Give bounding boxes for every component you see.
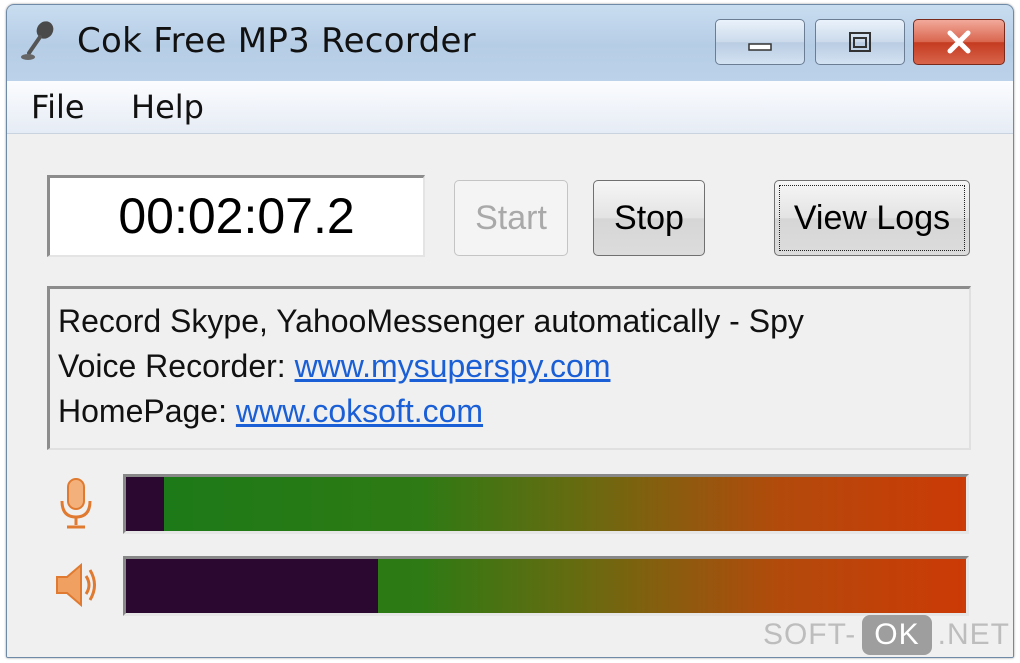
info-line-3: HomePage: www.coksoft.com <box>58 389 961 434</box>
watermark-right: .NET <box>937 618 1010 651</box>
timer-display: 00:02:07.2 <box>47 175 425 257</box>
info-line-2-prefix: Voice Recorder: <box>58 348 295 384</box>
microphone-level-icon <box>60 478 92 529</box>
app-window: Cok Free MP3 Recorder File Help 00:02:07… <box>6 4 1014 658</box>
maximize-button[interactable] <box>815 19 905 65</box>
view-logs-button[interactable]: View Logs <box>774 180 970 256</box>
info-line-3-prefix: HomePage: <box>58 393 236 429</box>
title-bar[interactable]: Cok Free MP3 Recorder <box>7 5 1013 81</box>
menu-file[interactable]: File <box>29 87 87 127</box>
info-line-1: Record Skype, YahooMessenger automatical… <box>58 303 804 339</box>
minimize-icon <box>748 43 772 51</box>
mysuperspy-link[interactable]: www.mysuperspy.com <box>295 348 611 384</box>
speaker-level-empty <box>126 559 378 613</box>
menu-bar: File Help <box>7 81 1013 134</box>
watermark-badge: OK <box>862 615 932 655</box>
start-button[interactable]: Start <box>454 180 568 256</box>
speaker-level-meter <box>123 556 969 616</box>
coksoft-link[interactable]: www.coksoft.com <box>236 393 483 429</box>
speaker-level-icon <box>56 562 96 608</box>
close-icon <box>947 30 971 54</box>
menu-help[interactable]: Help <box>129 87 206 127</box>
stop-button[interactable]: Stop <box>593 180 705 256</box>
microphone-level-empty <box>126 477 164 531</box>
maximize-icon <box>849 32 871 52</box>
info-panel: Record Skype, YahooMessenger automatical… <box>47 286 971 450</box>
info-line-2: Voice Recorder: www.mysuperspy.com <box>58 344 961 389</box>
window-title: Cok Free MP3 Recorder <box>77 21 476 61</box>
close-button[interactable] <box>913 19 1005 65</box>
watermark: SOFT- OK .NET <box>763 615 1010 655</box>
minimize-button[interactable] <box>715 19 805 65</box>
microphone-level-meter <box>123 474 969 534</box>
watermark-left: SOFT- <box>762 618 857 651</box>
microphone-icon <box>21 21 54 60</box>
client-area: 00:02:07.2 Start Stop View Logs Record S… <box>7 134 1013 657</box>
